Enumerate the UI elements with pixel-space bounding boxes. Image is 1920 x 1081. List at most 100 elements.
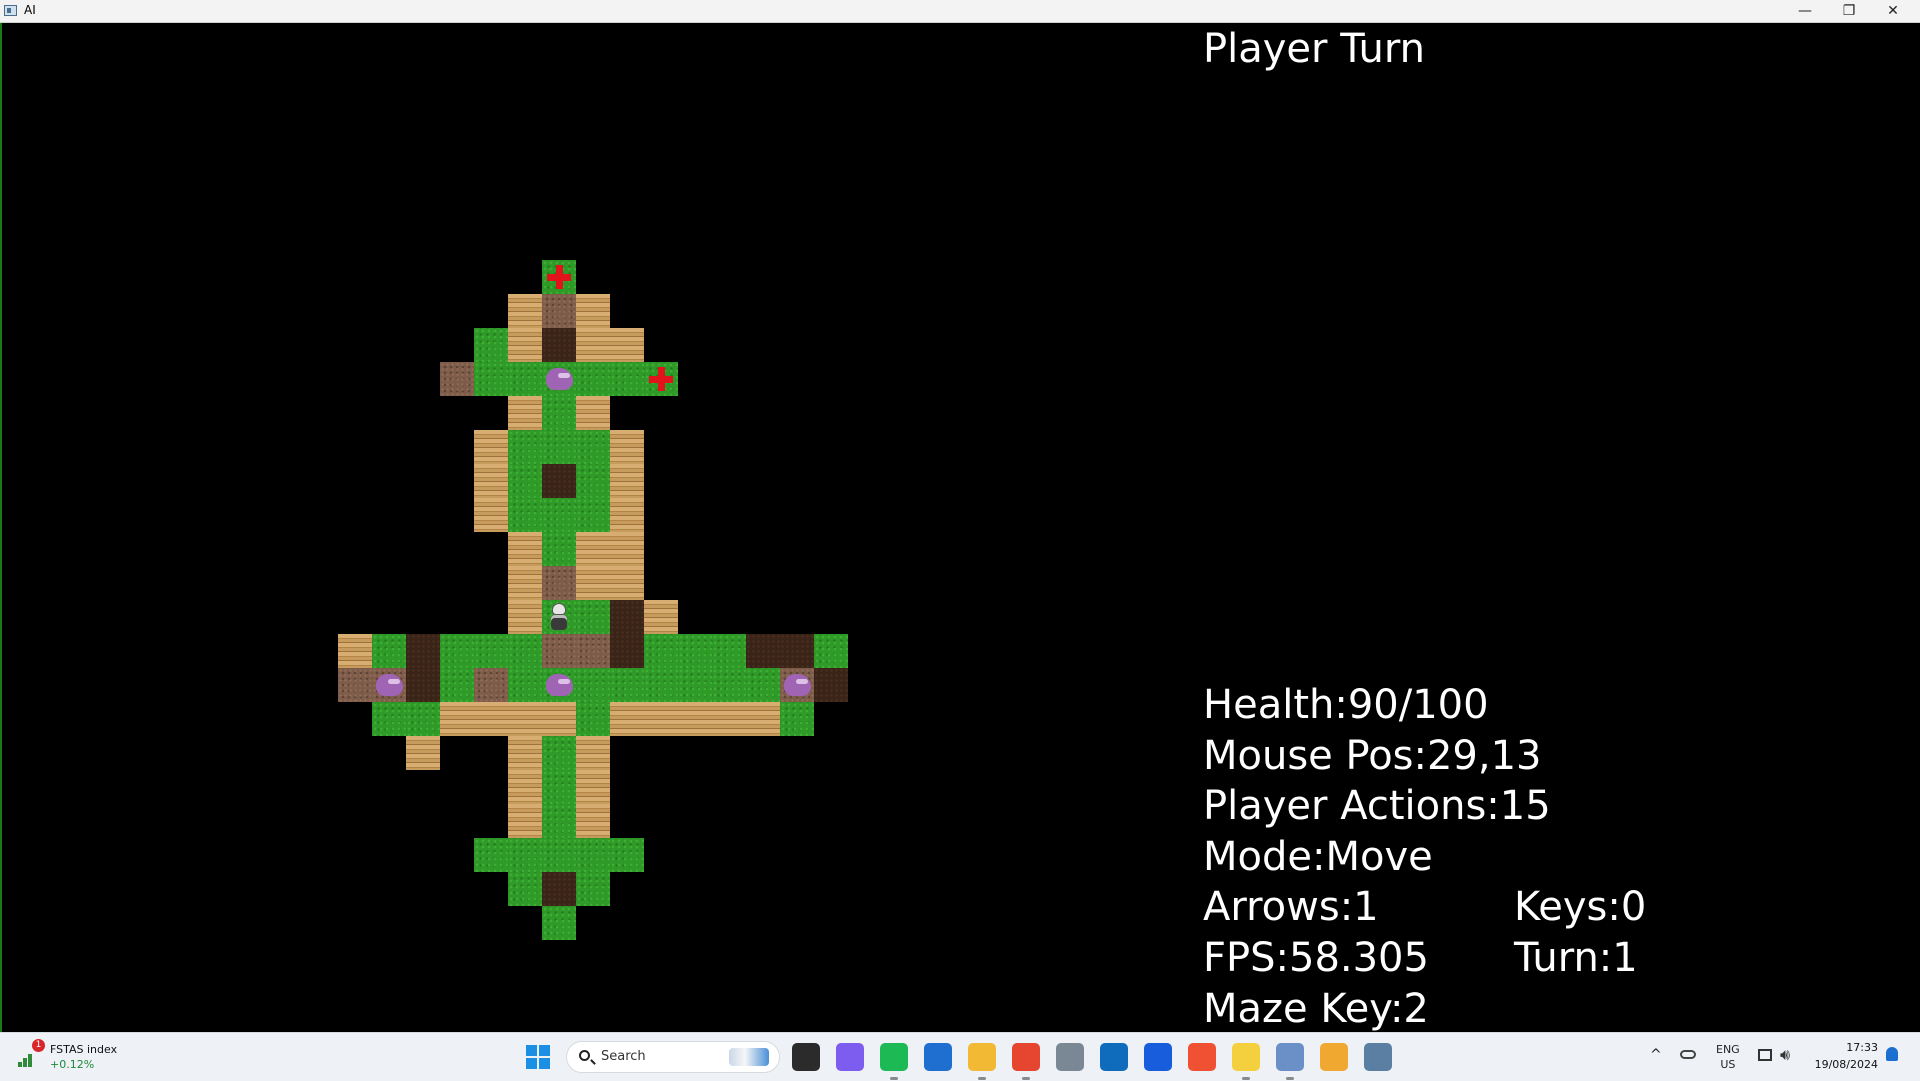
grass-tile[interactable]: [576, 838, 610, 872]
wood-wall-tile[interactable]: [610, 566, 644, 600]
grass-tile[interactable]: [508, 668, 542, 702]
grass-tile[interactable]: [576, 464, 610, 498]
spotify-icon[interactable]: [880, 1043, 908, 1080]
grass-tile[interactable]: [508, 872, 542, 906]
wood-wall-tile[interactable]: [712, 702, 746, 736]
grass-tile[interactable]: [474, 362, 508, 396]
wood-wall-tile[interactable]: [610, 498, 644, 532]
wood-wall-tile[interactable]: [610, 702, 644, 736]
monster-icon[interactable]: [542, 668, 576, 702]
wood-wall-tile[interactable]: [508, 600, 542, 634]
pit-tile[interactable]: [406, 668, 440, 702]
wood-wall-tile[interactable]: [508, 328, 542, 362]
file-explorer-dark-icon[interactable]: [792, 1043, 820, 1071]
input-language-indicator[interactable]: ENG US: [1716, 1042, 1740, 1072]
grass-tile[interactable]: [746, 668, 780, 702]
wood-wall-tile[interactable]: [508, 702, 542, 736]
grass-tile[interactable]: [508, 634, 542, 668]
grass-tile[interactable]: [508, 430, 542, 464]
grass-tile[interactable]: [542, 430, 576, 464]
grass-tile[interactable]: [610, 838, 644, 872]
wood-wall-tile[interactable]: [508, 294, 542, 328]
dirt-tile[interactable]: [338, 668, 372, 702]
grass-tile[interactable]: [474, 328, 508, 362]
dirt-tile[interactable]: [440, 362, 474, 396]
grass-tile[interactable]: [508, 838, 542, 872]
monster-icon[interactable]: [372, 668, 406, 702]
wood-wall-tile[interactable]: [338, 634, 372, 668]
monster-icon[interactable]: [542, 362, 576, 396]
minimize-button[interactable]: —: [1782, 0, 1828, 22]
game-window-icon[interactable]: [1364, 1043, 1392, 1071]
grass-tile[interactable]: [406, 702, 440, 736]
wood-wall-tile[interactable]: [610, 532, 644, 566]
grass-tile[interactable]: [508, 498, 542, 532]
clock-time[interactable]: 17:33: [1830, 1041, 1878, 1054]
wood-wall-tile[interactable]: [406, 736, 440, 770]
pit-tile[interactable]: [746, 634, 780, 668]
dirt-tile[interactable]: [542, 566, 576, 600]
grass-tile[interactable]: [542, 532, 576, 566]
monster-icon[interactable]: [780, 668, 814, 702]
wood-wall-tile[interactable]: [474, 702, 508, 736]
grass-tile[interactable]: [440, 668, 474, 702]
wood-wall-tile[interactable]: [508, 566, 542, 600]
grass-tile[interactable]: [372, 634, 406, 668]
grass-tile[interactable]: [644, 668, 678, 702]
grass-tile[interactable]: [474, 634, 508, 668]
grass-tile[interactable]: [508, 464, 542, 498]
wood-wall-tile[interactable]: [644, 600, 678, 634]
pit-tile[interactable]: [814, 668, 848, 702]
grass-tile[interactable]: [474, 838, 508, 872]
maze-board[interactable]: [2, 23, 1002, 1032]
grass-tile[interactable]: [440, 634, 474, 668]
dirt-tile[interactable]: [542, 294, 576, 328]
wood-wall-tile[interactable]: [508, 804, 542, 838]
grass-tile[interactable]: [576, 430, 610, 464]
notification-bell-icon[interactable]: [1886, 1047, 1898, 1061]
r-icon[interactable]: [1276, 1043, 1304, 1080]
wood-wall-tile[interactable]: [576, 328, 610, 362]
wood-wall-tile[interactable]: [576, 736, 610, 770]
health-pack-icon[interactable]: [644, 362, 678, 396]
grass-tile[interactable]: [576, 702, 610, 736]
wood-wall-tile[interactable]: [508, 770, 542, 804]
wood-wall-tile[interactable]: [576, 566, 610, 600]
grass-tile[interactable]: [814, 634, 848, 668]
wood-wall-tile[interactable]: [610, 328, 644, 362]
file-explorer-icon[interactable]: [968, 1043, 996, 1080]
grass-tile[interactable]: [372, 702, 406, 736]
pit-tile[interactable]: [542, 328, 576, 362]
grass-tile[interactable]: [644, 634, 678, 668]
wood-wall-tile[interactable]: [542, 702, 576, 736]
wood-wall-tile[interactable]: [576, 294, 610, 328]
clock-date[interactable]: 19/08/2024: [1808, 1058, 1878, 1071]
remote-desktop-icon[interactable]: [924, 1043, 952, 1071]
wood-wall-tile[interactable]: [644, 702, 678, 736]
sticky-notes-icon[interactable]: [1232, 1043, 1260, 1080]
wood-wall-tile[interactable]: [678, 702, 712, 736]
calculator-icon[interactable]: [1056, 1043, 1084, 1071]
wood-wall-tile[interactable]: [576, 804, 610, 838]
grass-tile[interactable]: [576, 362, 610, 396]
wood-wall-tile[interactable]: [508, 736, 542, 770]
grass-tile[interactable]: [610, 362, 644, 396]
copilot-icon[interactable]: [836, 1043, 864, 1071]
pit-tile[interactable]: [610, 634, 644, 668]
game-canvas[interactable]: Player Turn Health:90/100 Mouse Pos:29,1…: [0, 23, 1920, 1032]
grass-tile[interactable]: [576, 600, 610, 634]
pit-tile[interactable]: [406, 634, 440, 668]
health-pack-icon[interactable]: [542, 260, 576, 294]
show-hidden-icons-chevron-icon[interactable]: ^: [1650, 1047, 1662, 1063]
dirt-tile[interactable]: [542, 634, 576, 668]
grass-tile[interactable]: [712, 668, 746, 702]
wood-wall-tile[interactable]: [610, 464, 644, 498]
grass-tile[interactable]: [542, 804, 576, 838]
pit-tile[interactable]: [542, 872, 576, 906]
dirt-tile[interactable]: [576, 634, 610, 668]
pit-tile[interactable]: [610, 600, 644, 634]
chrome-icon[interactable]: [1012, 1043, 1040, 1080]
outlook-icon[interactable]: [1100, 1043, 1128, 1071]
grass-tile[interactable]: [542, 498, 576, 532]
grass-tile[interactable]: [542, 906, 576, 940]
